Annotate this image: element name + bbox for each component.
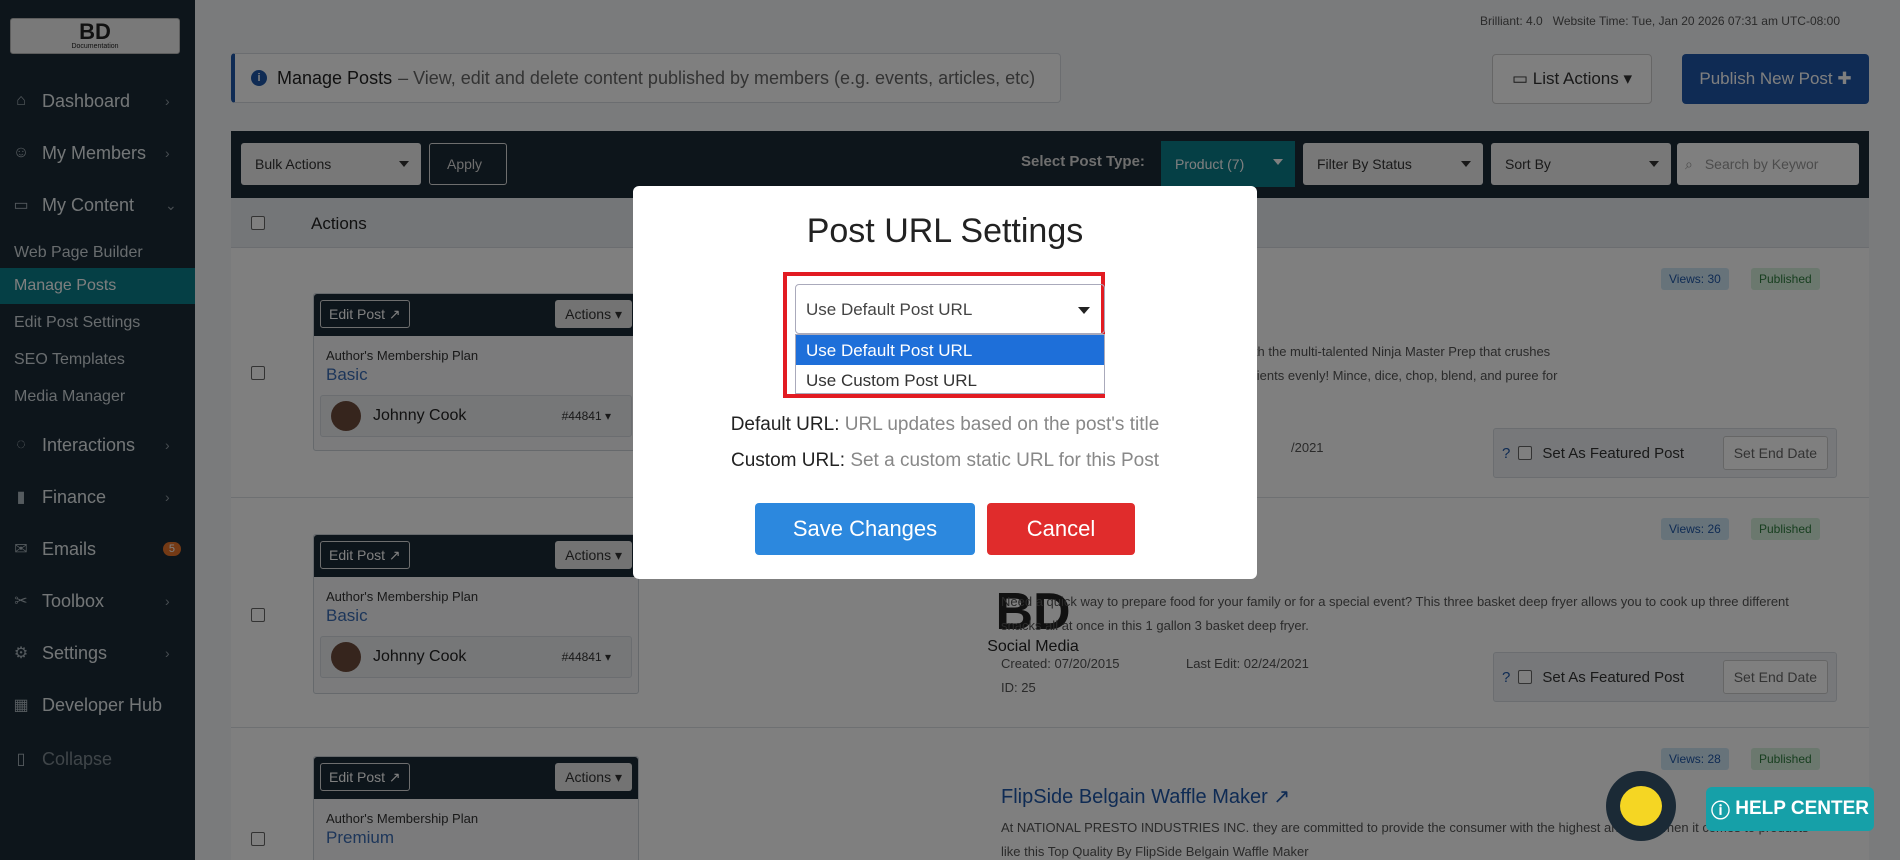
modal-title: Post URL Settings (806, 212, 1084, 250)
default-url-label: Default URL: (730, 414, 840, 435)
post-url-settings-modal: Post URL Settings Use Default Post URL U… (633, 186, 1257, 579)
url-type-select[interactable]: Use Default Post URL (795, 284, 1105, 334)
url-type-selected: Use Default Post URL (806, 300, 973, 319)
save-changes-button[interactable]: Save Changes (755, 503, 975, 555)
custom-url-label: Custom URL: (731, 450, 846, 471)
highlight-box: Use Default Post URL Use Default Post UR… (783, 272, 1105, 398)
custom-url-explanation: Custom URL: Set a custom static URL for … (633, 450, 1257, 472)
default-url-text: URL updates based on the post's title (844, 414, 1160, 435)
help-center-button[interactable]: ⓘ HELP CENTER (1706, 787, 1874, 831)
default-url-explanation: Default URL: URL updates based on the po… (633, 414, 1257, 436)
question-icon: ⓘ (1710, 800, 1736, 822)
option-default-url[interactable]: Use Default Post URL (796, 335, 1104, 365)
custom-url-text: Set a custom static URL for this Post (850, 450, 1159, 471)
help-center-label: HELP CENTER (1735, 798, 1869, 819)
chatbot-avatar[interactable] (1606, 771, 1676, 841)
caret-down-icon (1078, 307, 1090, 314)
robot-icon (1620, 786, 1662, 826)
url-type-options: Use Default Post URL Use Custom Post URL (795, 334, 1105, 394)
option-custom-url[interactable]: Use Custom Post URL (796, 365, 1104, 395)
cancel-button[interactable]: Cancel (987, 503, 1135, 555)
